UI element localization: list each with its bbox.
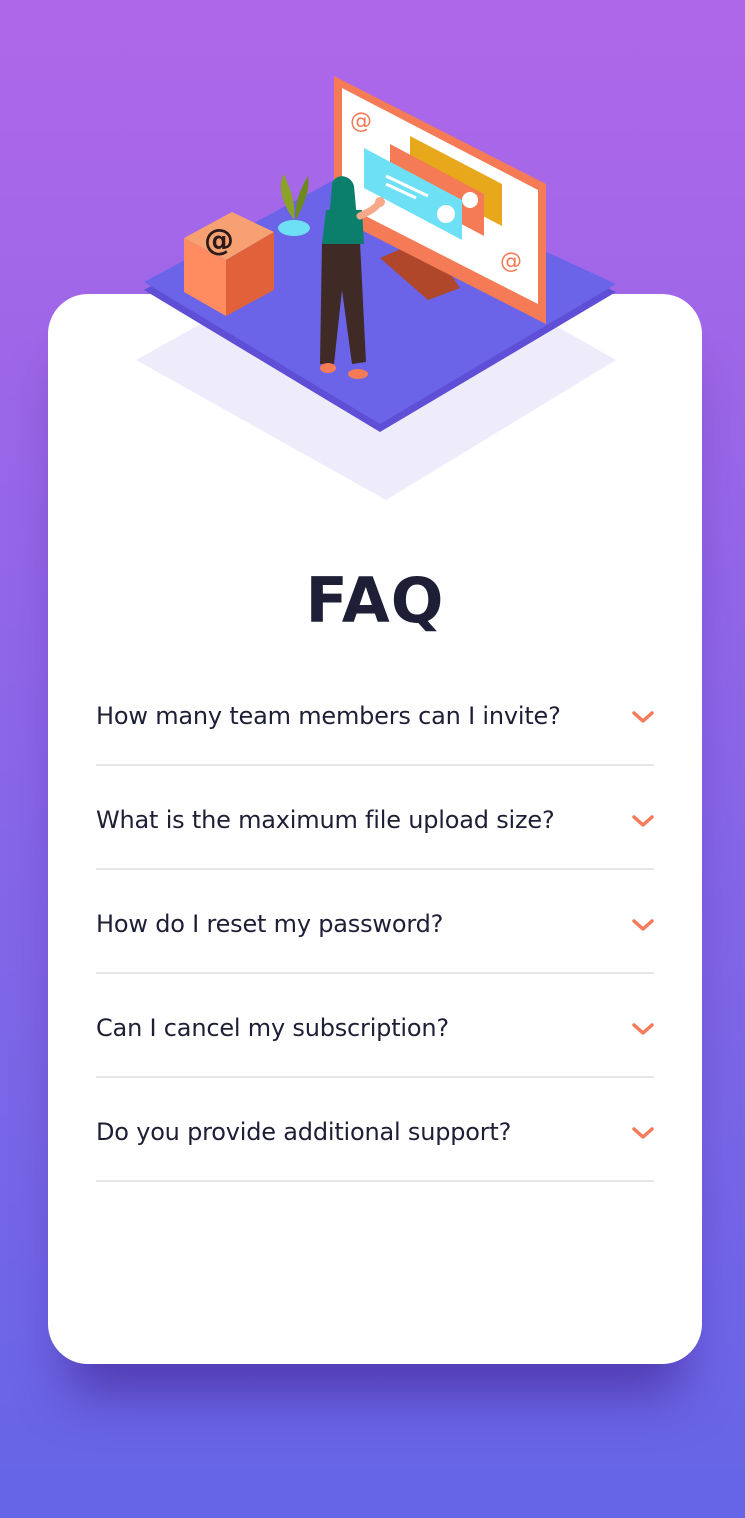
at-sign-icon: @ <box>500 249 522 274</box>
page-title: FAQ <box>305 564 445 637</box>
faq-item[interactable]: How do I reset my password? <box>96 870 654 974</box>
chevron-down-icon[interactable] <box>632 918 654 932</box>
woman-at-monitor-illustration: @ @ @ <box>136 76 616 500</box>
faq-question[interactable]: What is the maximum file upload size? <box>96 806 555 834</box>
at-sign-icon: @ <box>204 223 234 258</box>
chevron-down-icon[interactable] <box>632 710 654 724</box>
screen-dot <box>437 205 455 223</box>
faq-question[interactable]: Can I cancel my subscription? <box>96 1014 449 1042</box>
chevron-down-icon[interactable] <box>632 814 654 828</box>
faq-item[interactable]: What is the maximum file upload size? <box>96 766 654 870</box>
faq-question[interactable]: How do I reset my password? <box>96 910 443 938</box>
screen-dot <box>462 192 478 208</box>
woman-foot <box>348 369 368 379</box>
faq-item[interactable]: How many team members can I invite? <box>96 662 654 766</box>
faq-list: How many team members can I invite? What… <box>96 662 654 1182</box>
chevron-down-icon[interactable] <box>632 1022 654 1036</box>
faq-question[interactable]: Do you provide additional support? <box>96 1118 511 1146</box>
woman-foot <box>320 363 336 373</box>
faq-question[interactable]: How many team members can I invite? <box>96 702 561 730</box>
plant-pot <box>278 220 310 236</box>
at-sign-icon: @ <box>350 109 372 134</box>
woman-hand <box>375 197 385 207</box>
faq-item[interactable]: Do you provide additional support? <box>96 1078 654 1182</box>
faq-item[interactable]: Can I cancel my subscription? <box>96 974 654 1078</box>
chevron-down-icon[interactable] <box>632 1126 654 1140</box>
